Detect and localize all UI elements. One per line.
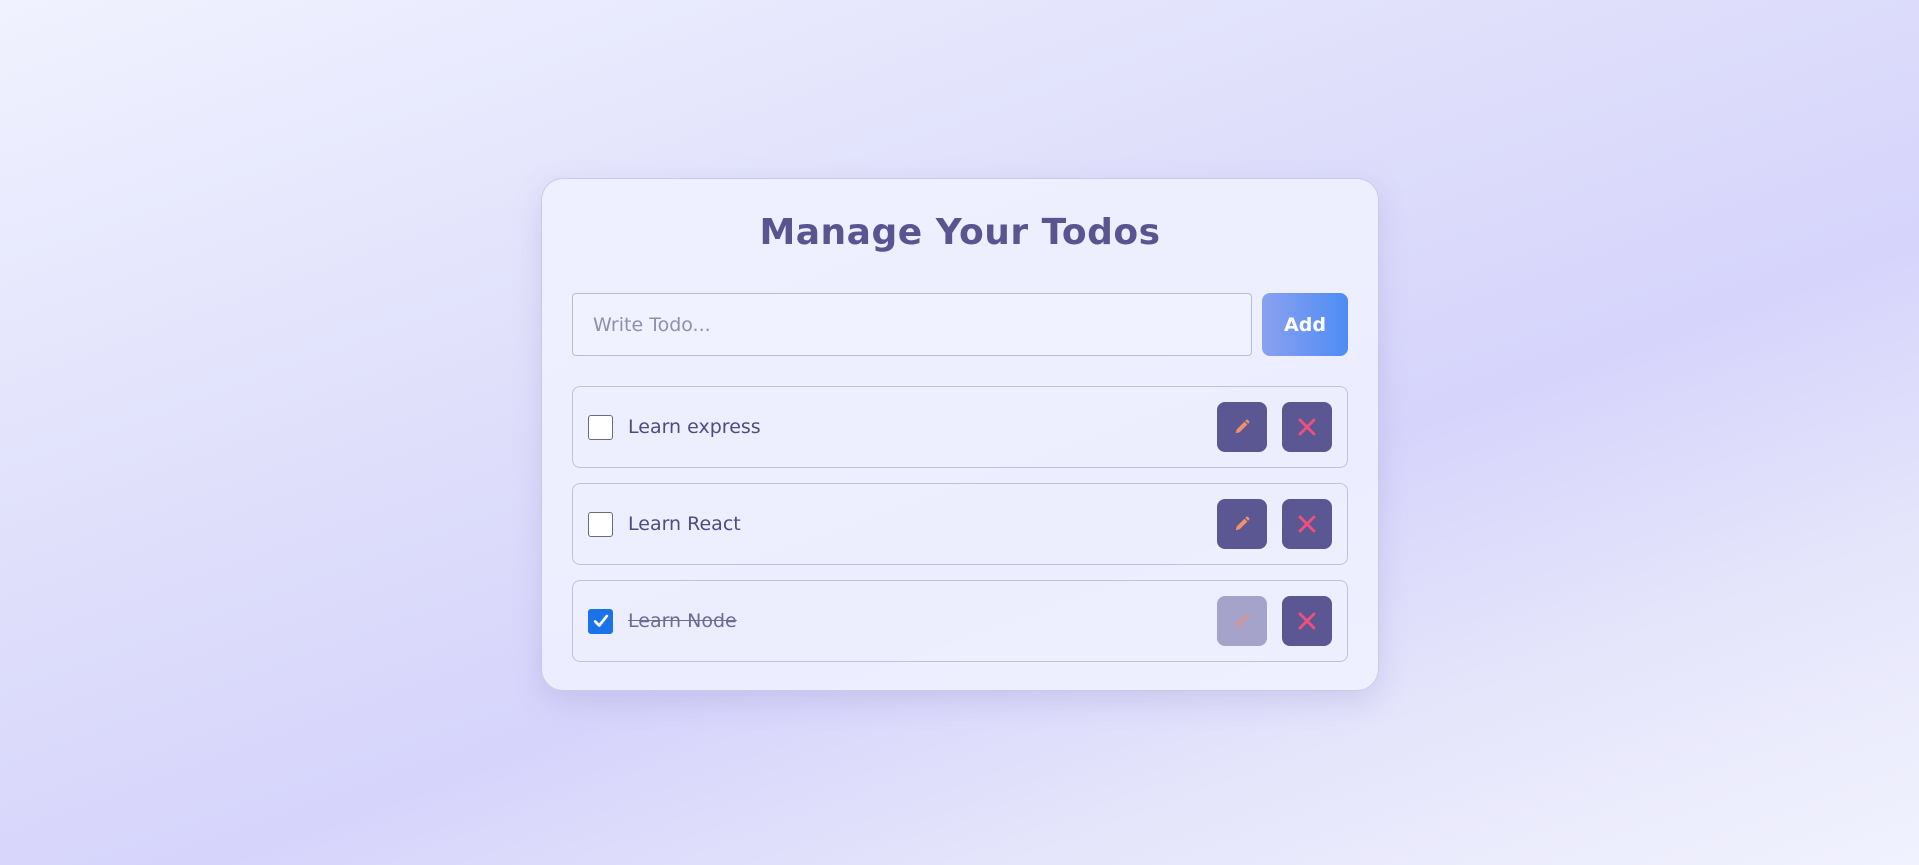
- todo-text: Learn Node: [628, 610, 737, 632]
- close-icon: [1298, 515, 1316, 533]
- edit-button[interactable]: [1217, 596, 1267, 646]
- delete-button[interactable]: [1282, 596, 1332, 646]
- delete-button[interactable]: [1282, 499, 1332, 549]
- edit-button[interactable]: [1217, 499, 1267, 549]
- page-title: Manage Your Todos: [759, 212, 1161, 253]
- todo-card: Manage Your Todos Add Learn express Lear: [541, 178, 1379, 691]
- todo-text: Learn React: [628, 513, 741, 535]
- add-todo-form: Add: [572, 293, 1348, 356]
- close-icon: [1298, 418, 1316, 436]
- pencil-icon: [1235, 613, 1250, 628]
- todo-checkbox[interactable]: [588, 414, 613, 440]
- close-icon: [1298, 612, 1316, 630]
- pencil-icon: [1235, 419, 1250, 434]
- todo-item: Learn express: [572, 386, 1348, 468]
- checkmark-icon: [593, 614, 608, 627]
- todo-checkbox[interactable]: [588, 608, 613, 634]
- todo-item: Learn React: [572, 483, 1348, 565]
- add-button[interactable]: Add: [1262, 293, 1348, 356]
- delete-button[interactable]: [1282, 402, 1332, 452]
- todo-item: Learn Node: [572, 580, 1348, 662]
- todo-list: Learn express Learn React Learn Node: [572, 386, 1348, 662]
- edit-button[interactable]: [1217, 402, 1267, 452]
- todo-text: Learn express: [628, 416, 761, 438]
- pencil-icon: [1235, 516, 1250, 531]
- todo-checkbox[interactable]: [588, 511, 613, 537]
- todo-input[interactable]: [572, 293, 1252, 356]
